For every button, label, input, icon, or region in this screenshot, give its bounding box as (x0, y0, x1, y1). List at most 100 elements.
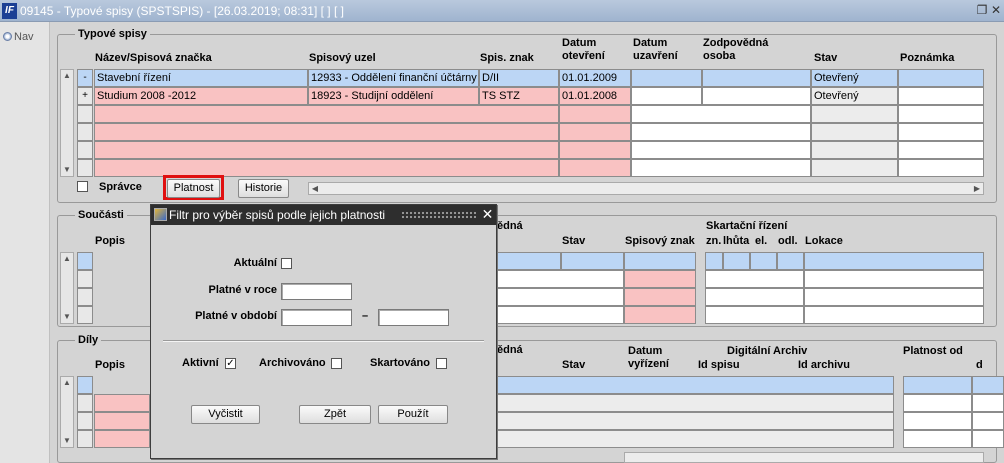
typove-spisy-vscroll[interactable]: ▲ ▼ (60, 69, 74, 177)
cell-empty[interactable] (705, 288, 804, 306)
cell-empty[interactable] (624, 288, 696, 306)
nav-button[interactable]: Nav (3, 31, 34, 43)
cell-empty[interactable] (496, 288, 624, 306)
scroll-right-icon[interactable]: ▶ (971, 183, 983, 194)
cell-empty[interactable] (903, 430, 972, 448)
obdobi-od-input[interactable] (281, 309, 352, 326)
skartovano-checkbox[interactable] (436, 358, 447, 369)
cell-nazev[interactable]: Studium 2008 -2012 (94, 87, 308, 105)
row-selector[interactable] (77, 306, 93, 324)
dily-hscroll[interactable] (624, 452, 984, 463)
cell-empty[interactable] (804, 270, 984, 288)
platne-v-roce-input[interactable] (281, 283, 352, 300)
pouzit-button[interactable]: Použít (378, 405, 448, 424)
cell-empty[interactable] (496, 376, 894, 394)
dialog-close-icon[interactable]: ✕ (480, 206, 495, 223)
row-selector[interactable] (77, 270, 93, 288)
close-icon[interactable]: ✕ (989, 3, 1003, 18)
cell-empty[interactable] (94, 394, 150, 412)
cell-empty[interactable] (94, 430, 150, 448)
cell-empty[interactable] (972, 412, 1004, 430)
cell-empty[interactable] (750, 252, 777, 270)
cell-empty[interactable] (972, 430, 1004, 448)
cell-empty[interactable] (811, 159, 898, 177)
row-toggle[interactable] (77, 105, 93, 123)
scroll-down-icon[interactable]: ▼ (61, 435, 73, 447)
cell-osoba[interactable] (702, 87, 811, 105)
cell-znak[interactable]: TS STZ (479, 87, 559, 105)
soucasti-vscroll[interactable]: ▲ ▼ (60, 252, 74, 324)
cell-empty[interactable] (559, 123, 631, 141)
cell-empty[interactable] (705, 306, 804, 324)
cell-empty[interactable] (559, 105, 631, 123)
row-selector[interactable] (77, 394, 93, 412)
aktivni-checkbox[interactable]: ✓ (225, 358, 236, 369)
cell-empty[interactable] (903, 376, 972, 394)
spravce-checkbox[interactable] (77, 181, 88, 192)
cell-empty[interactable] (496, 430, 894, 448)
scroll-down-icon[interactable]: ▼ (61, 164, 73, 176)
cell-empty[interactable] (972, 394, 1004, 412)
aktualni-checkbox[interactable] (281, 258, 292, 269)
cell-empty[interactable] (903, 394, 972, 412)
row-toggle[interactable] (77, 141, 93, 159)
cell-empty[interactable] (705, 252, 723, 270)
row-selector[interactable] (77, 430, 93, 448)
cell-empty[interactable] (811, 123, 898, 141)
row-selector[interactable] (77, 376, 93, 394)
cell-empty[interactable] (811, 141, 898, 159)
cell-znak[interactable]: D/II (479, 69, 559, 87)
row-toggle[interactable]: - (77, 69, 93, 87)
cell-empty[interactable] (723, 252, 750, 270)
cell-poznamka[interactable] (898, 69, 984, 87)
cell-empty[interactable] (559, 159, 631, 177)
obdobi-do-input[interactable] (378, 309, 449, 326)
cell-empty[interactable] (496, 252, 561, 270)
cell-empty[interactable] (624, 270, 696, 288)
cell-empty[interactable] (94, 412, 150, 430)
typove-spisy-hscroll[interactable]: ◀ ▶ (308, 182, 984, 195)
cell-empty[interactable] (804, 252, 984, 270)
row-selector[interactable] (77, 252, 93, 270)
cell-empty[interactable] (898, 123, 984, 141)
cell-datum-otevreni[interactable]: 01.01.2008 (559, 87, 631, 105)
cell-stav[interactable]: Otevřený (811, 87, 898, 105)
cell-datum-uzavreni[interactable] (631, 69, 702, 87)
cell-empty[interactable] (559, 141, 631, 159)
row-toggle[interactable] (77, 123, 93, 141)
cell-empty[interactable] (624, 252, 696, 270)
cell-poznamka[interactable] (898, 87, 984, 105)
cell-empty[interactable] (804, 306, 984, 324)
row-toggle[interactable] (77, 159, 93, 177)
cell-empty[interactable] (561, 252, 624, 270)
cell-empty[interactable] (496, 412, 894, 430)
cell-osoba[interactable] (702, 69, 811, 87)
row-selector[interactable] (77, 412, 93, 430)
row-selector[interactable] (77, 288, 93, 306)
cell-empty[interactable] (496, 270, 624, 288)
cell-empty[interactable] (898, 141, 984, 159)
cell-empty[interactable] (804, 288, 984, 306)
cell-empty[interactable] (94, 105, 559, 123)
cell-uzel[interactable]: 18923 - Studijní oddělení (308, 87, 479, 105)
scroll-up-icon[interactable]: ▲ (61, 377, 73, 389)
zpet-button[interactable]: Zpět (299, 405, 371, 424)
cell-empty[interactable] (631, 141, 811, 159)
cell-empty[interactable] (972, 376, 1004, 394)
platnost-button[interactable]: Platnost (167, 179, 220, 198)
scroll-up-icon[interactable]: ▲ (61, 70, 73, 82)
cell-empty[interactable] (811, 105, 898, 123)
cell-nazev[interactable]: Stavební řízení (94, 69, 308, 87)
cell-empty[interactable] (496, 306, 624, 324)
cell-empty[interactable] (94, 123, 559, 141)
cell-empty[interactable] (777, 252, 804, 270)
archivovano-checkbox[interactable] (331, 358, 342, 369)
cell-empty[interactable] (631, 123, 811, 141)
scroll-up-icon[interactable]: ▲ (61, 253, 73, 265)
cell-empty[interactable] (624, 306, 696, 324)
cell-empty[interactable] (631, 159, 811, 177)
cell-empty[interactable] (496, 394, 894, 412)
cell-stav[interactable]: Otevřený (811, 69, 898, 87)
cell-empty[interactable] (631, 105, 811, 123)
scroll-down-icon[interactable]: ▼ (61, 311, 73, 323)
